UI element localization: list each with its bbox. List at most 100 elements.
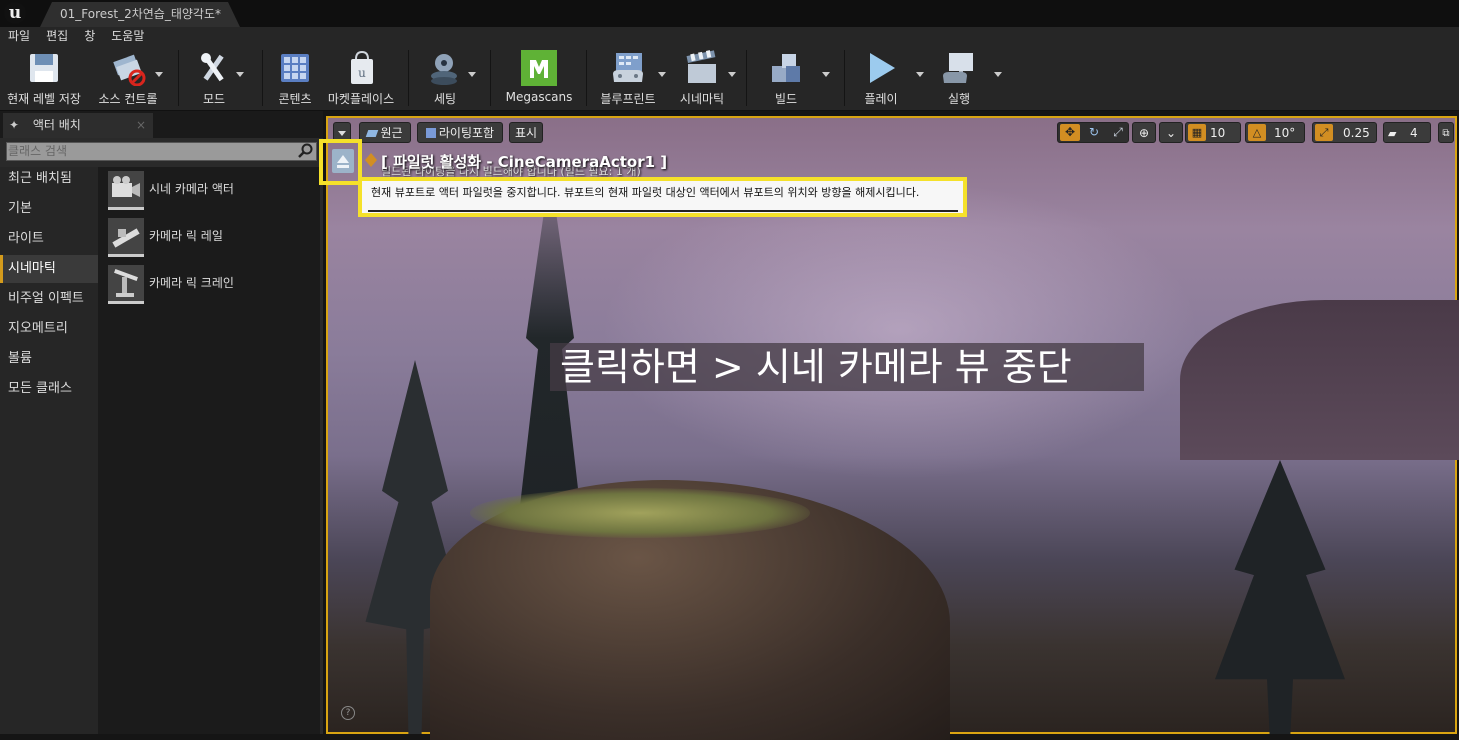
category-all-classes[interactable]: 모든 클래스: [0, 375, 98, 403]
play-button[interactable]: 플레이: [852, 46, 924, 110]
launch-button[interactable]: 실행: [930, 46, 1002, 110]
grid-snap-button[interactable]: ▦ 10: [1185, 122, 1241, 143]
menu-file[interactable]: 파일: [0, 27, 38, 46]
show-button[interactable]: 표시: [509, 122, 543, 143]
category-visual-effects[interactable]: 비주얼 이펙트: [0, 285, 98, 313]
toolbar-divider: [586, 50, 587, 106]
category-lights[interactable]: 라이트: [0, 225, 98, 253]
toolbar-divider: [746, 50, 747, 106]
blueprint-icon: [613, 53, 643, 82]
cinematics-dropdown-icon[interactable]: [728, 72, 736, 77]
blueprints-dropdown-icon[interactable]: [658, 72, 666, 77]
list-item[interactable]: 카메라 릭 크레인: [108, 265, 318, 305]
unreal-logo-icon[interactable]: u: [4, 2, 26, 24]
toolbar-divider: [262, 50, 263, 106]
toolbar-divider: [178, 50, 179, 106]
pilot-status-label: [ 파일럿 활성화 - CineCameraActor1 ]: [381, 153, 668, 171]
toolbar-divider: [408, 50, 409, 106]
category-recent[interactable]: 최근 배치됨: [0, 165, 98, 193]
content-grid-icon: [281, 54, 309, 82]
close-tab-icon[interactable]: ×: [136, 113, 146, 138]
tutorial-caption: 클릭하면 > 시네 카메라 뷰 중단: [560, 345, 1072, 389]
marketplace-button[interactable]: u 마켓플레이스: [322, 46, 400, 110]
launch-dropdown-icon[interactable]: [994, 72, 1002, 77]
menu-edit[interactable]: 편집: [38, 27, 76, 46]
scale-icon[interactable]: ⤢: [1108, 124, 1128, 141]
content-button[interactable]: 콘텐츠: [270, 46, 320, 110]
toolbar-divider: [490, 50, 491, 106]
source-control-dropdown-icon[interactable]: [155, 72, 163, 77]
list-item[interactable]: 카메라 릭 레일: [108, 218, 318, 258]
viewport-moss: [470, 488, 810, 538]
menu-help[interactable]: 도움말: [103, 27, 152, 46]
camera-speed-button[interactable]: ▰ 4: [1383, 122, 1431, 143]
play-dropdown-icon[interactable]: [916, 72, 924, 77]
play-icon: [870, 53, 895, 83]
tooltip-text: 현재 뷰포트로 액터 파일럿을 중지합니다. 뷰포트의 현재 파일럿 대상인 액…: [371, 186, 920, 199]
main-toolbar: 현재 레벨 저장 소스 컨트롤 모드 콘텐츠 u 마켓플레이스 세팅 Megas…: [0, 46, 1459, 111]
clapperboard-icon: [686, 50, 716, 83]
viewport-sky: [600, 180, 1200, 480]
chevron-down-icon: [338, 131, 346, 136]
rotate-icon[interactable]: ↻: [1084, 124, 1104, 141]
category-volumes[interactable]: 볼륨: [0, 345, 98, 373]
camera-speed-icon: ▰: [1388, 127, 1397, 140]
cine-camera-icon: [108, 171, 144, 210]
search-icon[interactable]: [298, 143, 313, 158]
tooltip-underline: [368, 210, 958, 212]
category-basic[interactable]: 기본: [0, 195, 98, 223]
place-actors-tab[interactable]: ✦ 액터 배치 ×: [3, 113, 153, 138]
save-icon: [30, 54, 58, 82]
modes-button[interactable]: 모드: [180, 46, 248, 110]
place-actors-icon: ✦: [9, 118, 20, 132]
document-tab[interactable]: 01_Forest_2차연습_태양각도*: [40, 2, 240, 27]
pilot-actor-icon: [365, 153, 377, 167]
source-control-icon: [113, 54, 146, 86]
help-icon[interactable]: ?: [341, 706, 355, 720]
megascans-m-icon: [521, 50, 557, 86]
modes-dropdown-icon[interactable]: [236, 72, 244, 77]
camera-rig-rail-icon: [108, 218, 144, 257]
category-cinematic[interactable]: 시네마틱: [0, 255, 98, 283]
class-search-placeholder: 클래스 검색: [8, 144, 68, 158]
source-control-button[interactable]: 소스 컨트롤: [88, 46, 168, 110]
launch-monitor-icon: [943, 53, 973, 83]
cinematics-button[interactable]: 시네마틱: [672, 46, 736, 110]
view-mode-button[interactable]: 라이팅포함: [417, 122, 503, 143]
build-blocks-icon: [772, 54, 800, 82]
grid-icon: ▦: [1188, 124, 1206, 141]
scale-snap-icon: ⤢: [1315, 124, 1333, 141]
surface-snap-icon[interactable]: ⌄: [1159, 122, 1183, 143]
toolbar-divider: [844, 50, 845, 106]
menu-window[interactable]: 창: [76, 27, 103, 46]
blueprints-button[interactable]: 블루프린트: [596, 46, 666, 110]
perspective-button[interactable]: 원근: [359, 122, 411, 143]
tools-icon: [201, 53, 224, 82]
marketplace-bag-icon: u: [351, 50, 373, 84]
transform-mode-group: ✥ ↻ ⤢: [1057, 122, 1129, 143]
megascans-button[interactable]: Megascans: [502, 46, 576, 110]
perspective-icon: [366, 130, 379, 137]
menu-bar: 파일 편집 창 도움말: [0, 27, 1459, 46]
rotation-snap-button[interactable]: △ 10°: [1245, 122, 1305, 143]
settings-dropdown-icon[interactable]: [468, 72, 476, 77]
settings-button[interactable]: 세팅: [416, 46, 476, 110]
angle-icon: △: [1248, 124, 1266, 141]
translate-icon[interactable]: ✥: [1060, 124, 1080, 141]
settings-gear-icon: [431, 54, 457, 85]
viewport-hill: [1180, 300, 1459, 460]
build-button[interactable]: 빌드: [760, 46, 830, 110]
lit-sphere-icon: [425, 128, 436, 138]
maximize-viewport-icon[interactable]: ⧉: [1438, 122, 1454, 143]
save-level-button[interactable]: 현재 레벨 저장: [0, 46, 88, 110]
place-actors-tab-label: 액터 배치: [32, 118, 81, 132]
scale-snap-button[interactable]: ⤢ 0.25: [1312, 122, 1377, 143]
world-space-icon[interactable]: ⊕: [1132, 122, 1156, 143]
eject-pilot-button[interactable]: [332, 149, 354, 173]
camera-rig-crane-icon: [108, 265, 144, 304]
list-item[interactable]: 시네 카메라 액터: [108, 171, 318, 211]
svg-text:u: u: [358, 66, 366, 80]
category-geometry[interactable]: 지오메트리: [0, 315, 98, 343]
build-dropdown-icon[interactable]: [822, 72, 830, 77]
eject-icon: [337, 155, 349, 168]
